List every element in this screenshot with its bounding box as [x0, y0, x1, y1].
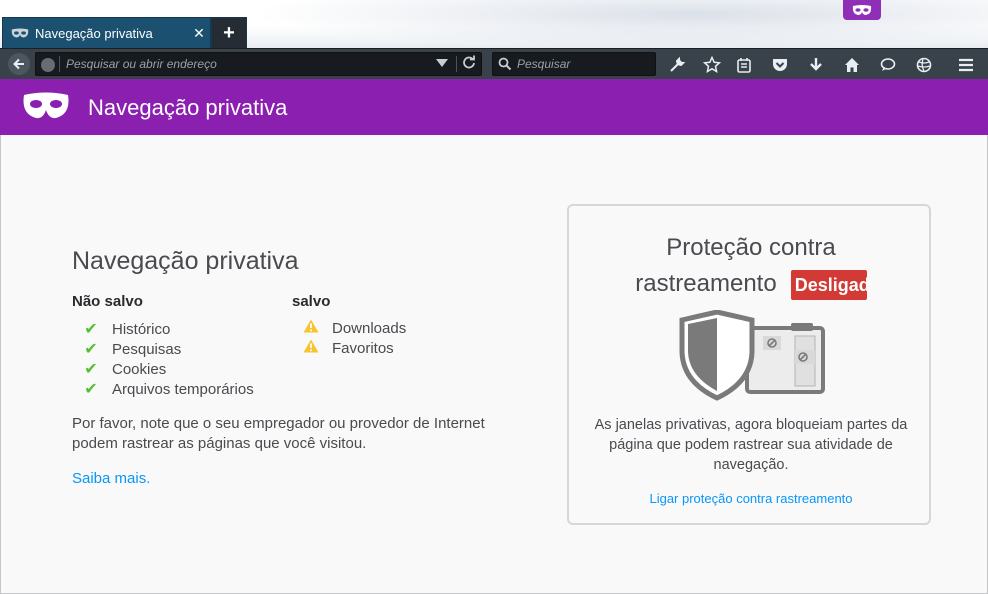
close-tab-icon[interactable]: ✕ — [188, 25, 210, 42]
navigation-toolbar — [0, 48, 988, 79]
saved-heading: salvo — [292, 293, 331, 310]
list-item: ✔ Arquivos temporários — [80, 379, 254, 399]
private-browsing-indicator — [843, 0, 881, 20]
list-item-label: Downloads — [332, 319, 407, 337]
reading-list-icon[interactable] — [733, 54, 755, 76]
list-item-label: Arquivos temporários — [112, 380, 254, 398]
tracking-protection-card: Proteção contra rastreamento Desligado As… — [567, 204, 931, 525]
checkmark-icon: ✔ — [84, 321, 98, 338]
search-icon — [498, 57, 512, 71]
back-icon[interactable] — [8, 53, 30, 75]
not-saved-heading: Não salvo — [72, 293, 143, 310]
learn-more-link[interactable]: Saiba mais. — [72, 470, 150, 487]
list-item-label: Pesquisas — [112, 340, 182, 358]
list-item: ✔ Histórico — [80, 319, 170, 339]
url-bar[interactable] — [35, 52, 482, 76]
privacy-notice: Por favor, note que o seu empregador ou … — [72, 415, 485, 452]
page-header: Navegação privativa — [0, 79, 988, 135]
pocket-icon[interactable] — [769, 54, 791, 76]
reload-icon[interactable] — [462, 55, 476, 72]
divider — [456, 56, 457, 72]
home-icon[interactable] — [841, 54, 863, 76]
chevron-down-icon[interactable] — [436, 59, 448, 67]
list-item-label: Histórico — [112, 320, 171, 338]
mask-icon — [23, 92, 69, 119]
chat-icon[interactable] — [877, 54, 899, 76]
page-header-title: Navegação privativa — [88, 95, 288, 120]
list-item: Favoritos — [300, 339, 394, 357]
checkmark-icon: ✔ — [84, 381, 98, 398]
url-input[interactable] — [66, 56, 426, 72]
search-bar[interactable] — [492, 52, 656, 76]
tab-title: Navegação privativa — [35, 25, 153, 41]
tracking-protection-title: Proteção contra rastreamento Desligado — [569, 230, 933, 302]
warning-icon — [300, 319, 322, 337]
checkmark-icon: ✔ — [84, 341, 98, 358]
tab-private-browsing[interactable]: Navegação privativa ✕ — [2, 17, 211, 48]
download-icon[interactable] — [805, 54, 827, 76]
new-tab-button[interactable]: + — [211, 17, 247, 48]
star-icon[interactable] — [701, 54, 723, 76]
site-identity-icon[interactable] — [41, 58, 55, 72]
menu-icon[interactable] — [955, 54, 977, 76]
warning-icon — [300, 339, 322, 357]
tracking-protection-illustration — [679, 310, 825, 401]
tracking-title-line2: rastreamento — [635, 270, 777, 297]
divider — [59, 56, 60, 72]
mask-icon — [852, 4, 872, 15]
list-item-label: Favoritos — [332, 339, 394, 357]
enable-tracking-protection-link[interactable]: Ligar proteção contra rastreamento — [569, 491, 933, 506]
list-item: ✔ Pesquisas — [80, 339, 181, 359]
mask-icon — [11, 28, 29, 38]
globe-icon[interactable] — [913, 54, 935, 76]
tracking-protection-description: As janelas privativas, agora bloqueiam p… — [594, 417, 908, 473]
list-item: Downloads — [300, 319, 406, 337]
page-title: Navegação privativa — [72, 247, 299, 275]
tracking-title-line1: Proteção contra — [666, 234, 836, 261]
list-item: ✔ Cookies — [80, 359, 166, 379]
search-input[interactable] — [517, 56, 647, 72]
wrench-icon[interactable] — [666, 54, 688, 76]
list-item-label: Cookies — [112, 360, 167, 378]
status-badge: Desligado — [790, 269, 867, 300]
checkmark-icon: ✔ — [84, 361, 98, 378]
